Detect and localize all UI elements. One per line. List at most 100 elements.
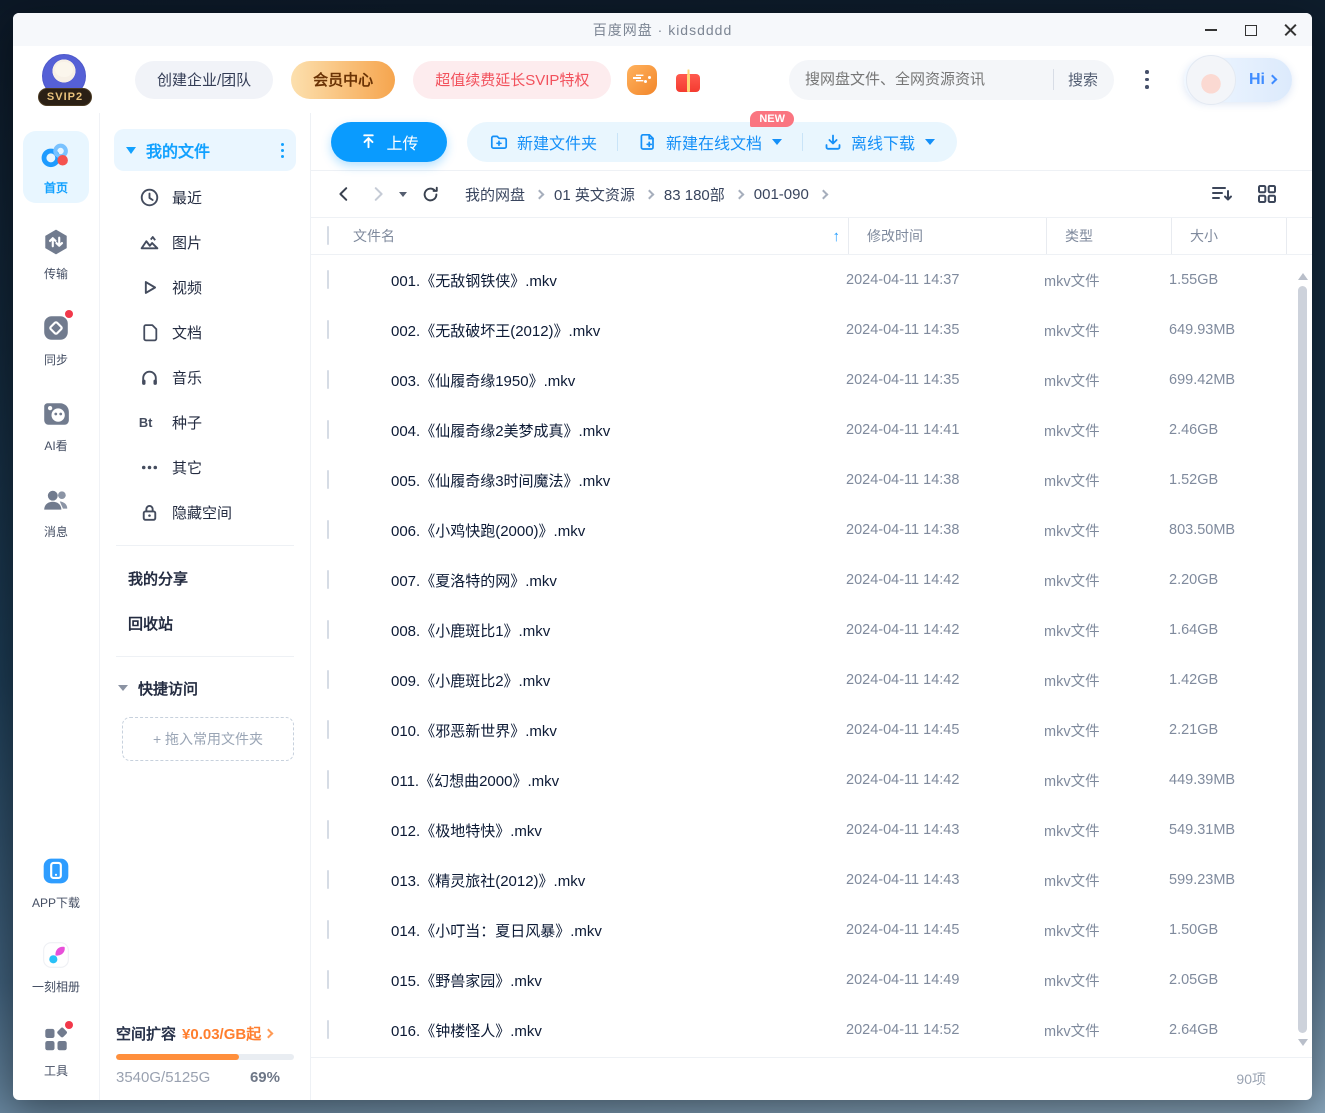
sidebar-item-other[interactable]: 其它 <box>114 445 296 490</box>
row-checkbox[interactable] <box>327 970 329 989</box>
row-checkbox[interactable] <box>327 420 329 439</box>
rail-item-photos[interactable]: 一刻相册 <box>23 932 89 1002</box>
file-name[interactable]: 001.《无敌钢铁侠》.mkv <box>391 270 846 291</box>
table-row[interactable]: 010.《邪恶新世界》.mkv 2024-04-11 14:45 mkv文件 2… <box>311 705 1312 755</box>
row-checkbox[interactable] <box>327 670 329 689</box>
search-box[interactable]: 搜索 <box>789 60 1114 100</box>
upload-button[interactable]: 上传 <box>331 122 447 162</box>
sidebar-item-music[interactable]: 音乐 <box>114 355 296 400</box>
rail-item-tools[interactable]: 工具 <box>23 1016 89 1086</box>
new-online-doc-button[interactable]: NEW 新建在线文档 <box>638 130 782 154</box>
table-row[interactable]: 012.《极地特快》.mkv 2024-04-11 14:43 mkv文件 54… <box>311 805 1312 855</box>
table-row[interactable]: 003.《仙履奇缘1950》.mkv 2024-04-11 14:35 mkv文… <box>311 355 1312 405</box>
row-checkbox[interactable] <box>327 620 329 639</box>
column-header-type[interactable]: 类型 <box>1046 218 1171 254</box>
table-row[interactable]: 011.《幻想曲2000》.mkv 2024-04-11 14:42 mkv文件… <box>311 755 1312 805</box>
row-checkbox[interactable] <box>327 1020 329 1039</box>
file-name[interactable]: 003.《仙履奇缘1950》.mkv <box>391 370 846 391</box>
file-name[interactable]: 010.《邪恶新世界》.mkv <box>391 720 846 741</box>
file-name[interactable]: 006.《小鸡快跑(2000)》.mkv <box>391 520 846 541</box>
file-name[interactable]: 005.《仙履奇缘3时间魔法》.mkv <box>391 470 846 491</box>
table-row[interactable]: 001.《无敌钢铁侠》.mkv 2024-04-11 14:37 mkv文件 1… <box>311 255 1312 305</box>
column-header-size[interactable]: 大小 <box>1171 218 1286 254</box>
row-checkbox[interactable] <box>327 520 329 539</box>
table-row[interactable]: 015.《野兽家园》.mkv 2024-04-11 14:49 mkv文件 2.… <box>311 955 1312 1005</box>
collapse-triangle-icon[interactable] <box>126 147 136 154</box>
breadcrumb-item[interactable]: 83 180部 <box>664 184 725 205</box>
more-menu-icon[interactable] <box>1132 60 1162 100</box>
file-name[interactable]: 013.《精灵旅社(2012)》.mkv <box>391 870 846 891</box>
sidebar-item-recent[interactable]: 最近 <box>114 175 296 220</box>
member-center-button[interactable]: 会员中心 <box>291 61 395 99</box>
sidebar-item-recycle-bin[interactable]: 回收站 <box>114 601 296 646</box>
sidebar-item-pictures[interactable]: 图片 <box>114 220 296 265</box>
offline-download-button[interactable]: 离线下载 <box>823 130 935 154</box>
row-checkbox[interactable] <box>327 770 329 789</box>
select-all-checkbox[interactable] <box>327 226 329 245</box>
game-icon[interactable] <box>627 65 657 95</box>
sidebar-item-videos[interactable]: 视频 <box>114 265 296 310</box>
table-row[interactable]: 013.《精灵旅社(2012)》.mkv 2024-04-11 14:43 mk… <box>311 855 1312 905</box>
file-name[interactable]: 014.《小叮当：夏日风暴》.mkv <box>391 920 846 941</box>
row-checkbox[interactable] <box>327 720 329 739</box>
history-dropdown-icon[interactable] <box>399 192 407 197</box>
search-input[interactable] <box>805 71 1045 88</box>
row-checkbox[interactable] <box>327 870 329 889</box>
file-name[interactable]: 008.《小鹿斑比1》.mkv <box>391 620 846 641</box>
table-row[interactable]: 006.《小鸡快跑(2000)》.mkv 2024-04-11 14:38 mk… <box>311 505 1312 555</box>
sidebar-item-torrents[interactable]: Bt 种子 <box>114 400 296 445</box>
sidebar-item-hidden-space[interactable]: 隐藏空间 <box>114 490 296 535</box>
back-button[interactable] <box>331 181 357 207</box>
file-name[interactable]: 015.《野兽家园》.mkv <box>391 970 846 991</box>
breadcrumb-item[interactable]: 001-090 <box>754 186 809 203</box>
table-row[interactable]: 002.《无敌破坏王(2012)》.mkv 2024-04-11 14:35 m… <box>311 305 1312 355</box>
scroll-down-icon[interactable] <box>1298 1039 1308 1046</box>
sort-ascending-icon[interactable]: ↑ <box>833 228 841 245</box>
sidebar-item-my-shares[interactable]: 我的分享 <box>114 556 296 601</box>
file-name[interactable]: 012.《极地特快》.mkv <box>391 820 846 841</box>
table-row[interactable]: 007.《夏洛特的网》.mkv 2024-04-11 14:42 mkv文件 2… <box>311 555 1312 605</box>
row-checkbox[interactable] <box>327 570 329 589</box>
row-checkbox[interactable] <box>327 470 329 489</box>
user-profile-button[interactable]: Hi <box>1184 58 1292 102</box>
row-checkbox[interactable] <box>327 320 329 339</box>
file-name[interactable]: 009.《小鹿斑比2》.mkv <box>391 670 846 691</box>
rail-item-messages[interactable]: 消息 <box>23 477 89 547</box>
table-row[interactable]: 009.《小鹿斑比2》.mkv 2024-04-11 14:42 mkv文件 1… <box>311 655 1312 705</box>
breadcrumb-item[interactable]: 我的网盘 <box>465 184 525 205</box>
rail-item-home[interactable]: 首页 <box>23 131 89 203</box>
my-files-more-icon[interactable] <box>281 143 284 158</box>
sort-icon[interactable] <box>1210 183 1234 205</box>
create-team-button[interactable]: 创建企业/团队 <box>135 61 273 99</box>
scrollbar-thumb[interactable] <box>1298 286 1307 1033</box>
file-name[interactable]: 016.《钟楼怪人》.mkv <box>391 1020 846 1041</box>
forward-button[interactable] <box>365 181 391 207</box>
svip-promo-button[interactable]: 超值续费延长SVIP特权 <box>413 61 611 99</box>
file-name[interactable]: 004.《仙履奇缘2美梦成真》.mkv <box>391 420 846 441</box>
rail-item-sync[interactable]: 同步 <box>23 305 89 375</box>
maximize-button[interactable] <box>1244 23 1258 37</box>
refresh-button[interactable] <box>417 181 443 207</box>
grid-view-icon[interactable] <box>1256 183 1278 205</box>
new-folder-button[interactable]: 新建文件夹 <box>489 130 597 154</box>
close-button[interactable] <box>1284 23 1298 37</box>
file-name[interactable]: 002.《无敌破坏王(2012)》.mkv <box>391 320 846 341</box>
row-checkbox[interactable] <box>327 370 329 389</box>
table-row[interactable]: 016.《钟楼怪人》.mkv 2024-04-11 14:52 mkv文件 2.… <box>311 1005 1312 1055</box>
sidebar-item-my-files[interactable]: 我的文件 <box>114 129 296 171</box>
file-name[interactable]: 007.《夏洛特的网》.mkv <box>391 570 846 591</box>
row-checkbox[interactable] <box>327 920 329 939</box>
row-checkbox[interactable] <box>327 270 329 289</box>
drop-favorite-folder-zone[interactable]: + 拖入常用文件夹 <box>122 717 294 761</box>
sidebar-item-documents[interactable]: 文档 <box>114 310 296 355</box>
quick-access-header[interactable]: 快捷访问 <box>114 667 296 709</box>
column-header-name[interactable]: 文件名 <box>353 226 395 246</box>
table-row[interactable]: 004.《仙履奇缘2美梦成真》.mkv 2024-04-11 14:41 mkv… <box>311 405 1312 455</box>
user-vip-avatar[interactable]: SVIP2 <box>35 52 97 108</box>
rail-item-aikan[interactable]: AI看 <box>23 391 89 461</box>
rail-item-transfer[interactable]: 传输 <box>23 219 89 289</box>
breadcrumb-item[interactable]: 01 英文资源 <box>554 184 635 205</box>
gift-icon[interactable] <box>673 65 703 95</box>
search-button[interactable]: 搜索 <box>1053 69 1098 90</box>
table-row[interactable]: 008.《小鹿斑比1》.mkv 2024-04-11 14:42 mkv文件 1… <box>311 605 1312 655</box>
